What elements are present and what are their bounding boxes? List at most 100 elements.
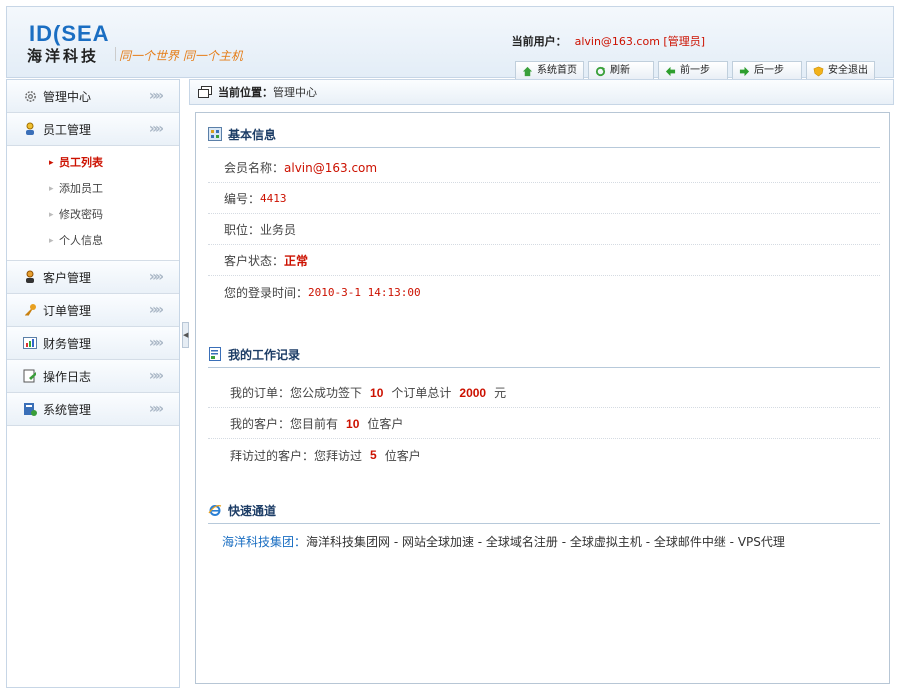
breadcrumb: 当前位置： 管理中心 [189,79,894,105]
chart-icon [23,336,37,350]
current-user-value[interactable]: alvin@163.com [管理员] [575,35,705,48]
position-row: 职位： 业务员 [208,215,880,245]
forward-label: 后一步 [754,65,784,76]
orders-text: 我的订单：您公成功签下 [230,386,363,400]
home-label: 系统首页 [537,65,577,76]
home-icon [522,66,533,76]
section-work-record: 我的工作记录 [208,341,880,368]
sidebar-item-customers[interactable]: 客户管理 »» [7,261,179,294]
orders-total: 2000 [459,385,487,400]
customers-unit: 位客户 [367,417,404,431]
ie-icon [208,505,222,516]
orders-count: 10 [370,385,384,400]
expand-arrows-icon: »» [148,368,164,384]
expand-arrows-icon: »» [148,302,164,318]
refresh-button[interactable]: 刷新 [588,61,654,81]
forward-arrow-icon [739,66,750,76]
section-quick-access: 快速通道 [208,497,880,524]
sidebar-item-label: 系统管理 [43,402,92,417]
quick-links: 海洋科技集团：海洋科技集团网 - 网站全球加速 - 全球域名注册 - 全球虚拟主… [222,533,785,550]
visited-count: 5 [370,448,377,462]
id-row: 编号： 4413 [208,184,880,214]
sidebar-collapse-toggle[interactable]: ◀ [182,322,189,348]
refresh-icon [595,66,606,76]
section-basic-info: 基本信息 [208,121,880,148]
expand-arrows-icon: »» [148,121,164,137]
record-icon [209,347,221,361]
customers-text: 我的客户：您目前有 [230,417,339,431]
submenu-label: 添加员工 [59,182,103,195]
info-grid-icon [208,127,222,141]
key-icon [23,303,37,317]
member-name-row: 会员名称： alvin@163.com [208,153,880,183]
status-label: 客户状态： [224,254,285,268]
log-icon [23,369,37,383]
sidebar: 管理中心 »» 员工管理 »» 员工列表 添加员工 修改密码 个人信息 客户管理… [6,79,180,688]
current-user: 当前用户： alvin@163.com [管理员] [512,33,705,49]
status-row: 客户状态： 正常 [208,246,880,276]
window-icon [198,86,212,98]
sidebar-item-system[interactable]: 系统管理 »» [7,393,179,426]
quick-links-list[interactable]: 海洋科技集团网 - 网站全球加速 - 全球域名注册 - 全球虚拟主机 - 全球邮… [306,535,785,549]
toolbar: 系统首页 刷新 前一步 后一步 安全退出 [515,61,875,81]
back-button[interactable]: 前一步 [658,61,728,81]
submenu-item-personal-info[interactable]: 个人信息 [7,228,179,254]
sidebar-item-label: 财务管理 [43,336,92,351]
member-label: 会员名称： [224,161,285,175]
expand-arrows-icon: »» [148,88,164,104]
sidebar-item-finance[interactable]: 财务管理 »» [7,327,179,360]
login-time-row: 您的登录时间： 2010-3-1 14:13:00 [208,277,880,307]
sidebar-item-label: 订单管理 [43,303,92,318]
current-user-label: 当前用户： [511,35,567,48]
section-title: 基本信息 [228,127,277,142]
visited-text: 拜访过的客户：您拜访过 [230,448,363,463]
expand-arrows-icon: »» [148,269,164,285]
header: ID(SEA 海洋科技 同一个世界 同一个主机 当前用户： alvin@163.c… [6,6,894,81]
id-label: 编号： [224,192,261,206]
forward-button[interactable]: 后一步 [732,61,802,81]
visited-row: 拜访过的客户：您拜访过 5 位客户 [208,440,880,470]
submenu-label: 修改密码 [59,208,103,221]
section-title: 我的工作记录 [228,347,301,362]
home-button[interactable]: 系统首页 [515,61,584,81]
customers-row: 我的客户：您目前有 10 位客户 [208,409,880,439]
expand-arrows-icon: »» [148,401,164,417]
orders-row: 我的订单：您公成功签下 10 个订单总计 2000 元 [208,378,880,408]
breadcrumb-current: 管理中心 [273,86,317,99]
submenu-label: 个人信息 [59,234,103,247]
sidebar-item-operation-log[interactable]: 操作日志 »» [7,360,179,393]
orders-mid-text: 个订单总计 [391,386,452,400]
login-label: 您的登录时间： [224,285,309,300]
sidebar-item-staff[interactable]: 员工管理 »» [7,113,179,146]
sidebar-item-orders[interactable]: 订单管理 »» [7,294,179,327]
submenu-item-add-staff[interactable]: 添加员工 [7,176,179,202]
section-title: 快速通道 [228,503,277,518]
shield-exit-icon [813,66,824,76]
staff-submenu: 员工列表 添加员工 修改密码 个人信息 [7,146,179,261]
customer-icon [23,270,37,284]
divider [115,47,116,61]
expand-arrows-icon: »» [148,335,164,351]
sidebar-item-label: 管理中心 [43,89,92,104]
submenu-item-staff-list[interactable]: 员工列表 [7,150,179,176]
member-value: alvin@163.com [284,160,378,175]
orders-unit: 元 [494,386,507,400]
back-label: 前一步 [680,65,710,76]
customers-count: 10 [346,416,360,431]
logout-button[interactable]: 安全退出 [806,61,875,81]
quick-group-label: 海洋科技集团： [222,535,307,549]
sidebar-item-label: 操作日志 [43,369,92,384]
sidebar-item-admin-center[interactable]: 管理中心 »» [7,80,179,113]
submenu-label: 员工列表 [59,156,103,169]
login-value: 2010-3-1 14:13:00 [308,285,421,299]
breadcrumb-label: 当前位置： [218,86,273,99]
slogan: 同一个世界 同一个主机 [119,49,243,63]
position-label: 职位： [224,223,261,237]
settings-icon [23,402,37,416]
main-panel: 基本信息 会员名称： alvin@163.com 编号： 4413 职位： 业务员 客… [195,112,890,684]
user-icon [23,122,37,136]
logout-label: 安全退出 [828,65,868,76]
submenu-item-change-password[interactable]: 修改密码 [7,202,179,228]
id-value: 4413 [260,192,287,205]
logo-subtitle: 海洋科技 [27,47,100,65]
